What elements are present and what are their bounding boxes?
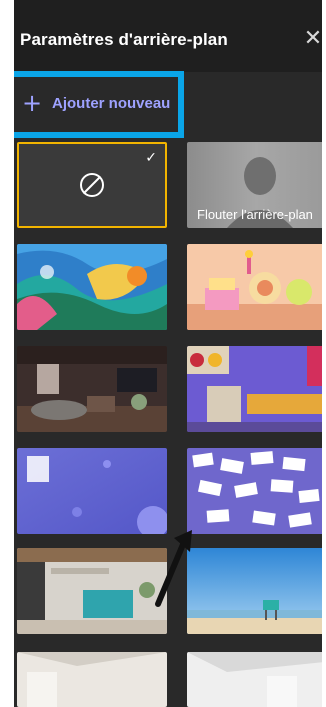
blur-background-label: Flouter l'arrière-plan xyxy=(197,207,313,222)
annotation-arrow xyxy=(155,530,192,607)
bright-room-image xyxy=(187,652,322,707)
office-image xyxy=(17,548,167,634)
plus-icon: + xyxy=(22,89,43,117)
background-tile-living-room[interactable] xyxy=(17,346,167,432)
cake-party-image xyxy=(187,244,322,330)
living-room-image xyxy=(17,346,167,432)
check-icon: ✓ xyxy=(145,150,157,166)
colorful-room-image xyxy=(187,346,322,432)
background-tile-abstract-waves[interactable] xyxy=(17,244,167,330)
beach-image xyxy=(187,548,322,634)
loft-image xyxy=(17,652,167,707)
background-tile-colorful-room[interactable] xyxy=(187,346,322,432)
close-icon[interactable]: ✕ xyxy=(302,28,322,50)
abstract-waves-image xyxy=(17,244,167,330)
panel-header: Paramètres d'arrière-plan ✕ xyxy=(14,0,322,72)
background-tile-purple-spheres[interactable] xyxy=(17,448,167,534)
background-tile-bright-room[interactable] xyxy=(187,652,322,707)
background-tile-scattered-cards[interactable] xyxy=(187,448,322,534)
background-tile-loft[interactable] xyxy=(17,652,167,707)
panel-title: Paramètres d'arrière-plan xyxy=(20,30,228,49)
add-new-label: Ajouter nouveau xyxy=(52,95,171,112)
background-tile-blur[interactable]: Flouter l'arrière-plan xyxy=(187,142,322,228)
no-background-icon xyxy=(80,173,104,197)
add-new-button[interactable]: + Ajouter nouveau xyxy=(14,71,184,138)
background-tile-beach[interactable] xyxy=(187,548,322,634)
background-tile-none[interactable]: ✓ xyxy=(17,142,167,228)
purple-spheres-image xyxy=(17,448,167,534)
background-tile-office[interactable] xyxy=(17,548,167,634)
scattered-cards-image xyxy=(187,448,322,534)
background-tile-cake-party[interactable] xyxy=(187,244,322,330)
